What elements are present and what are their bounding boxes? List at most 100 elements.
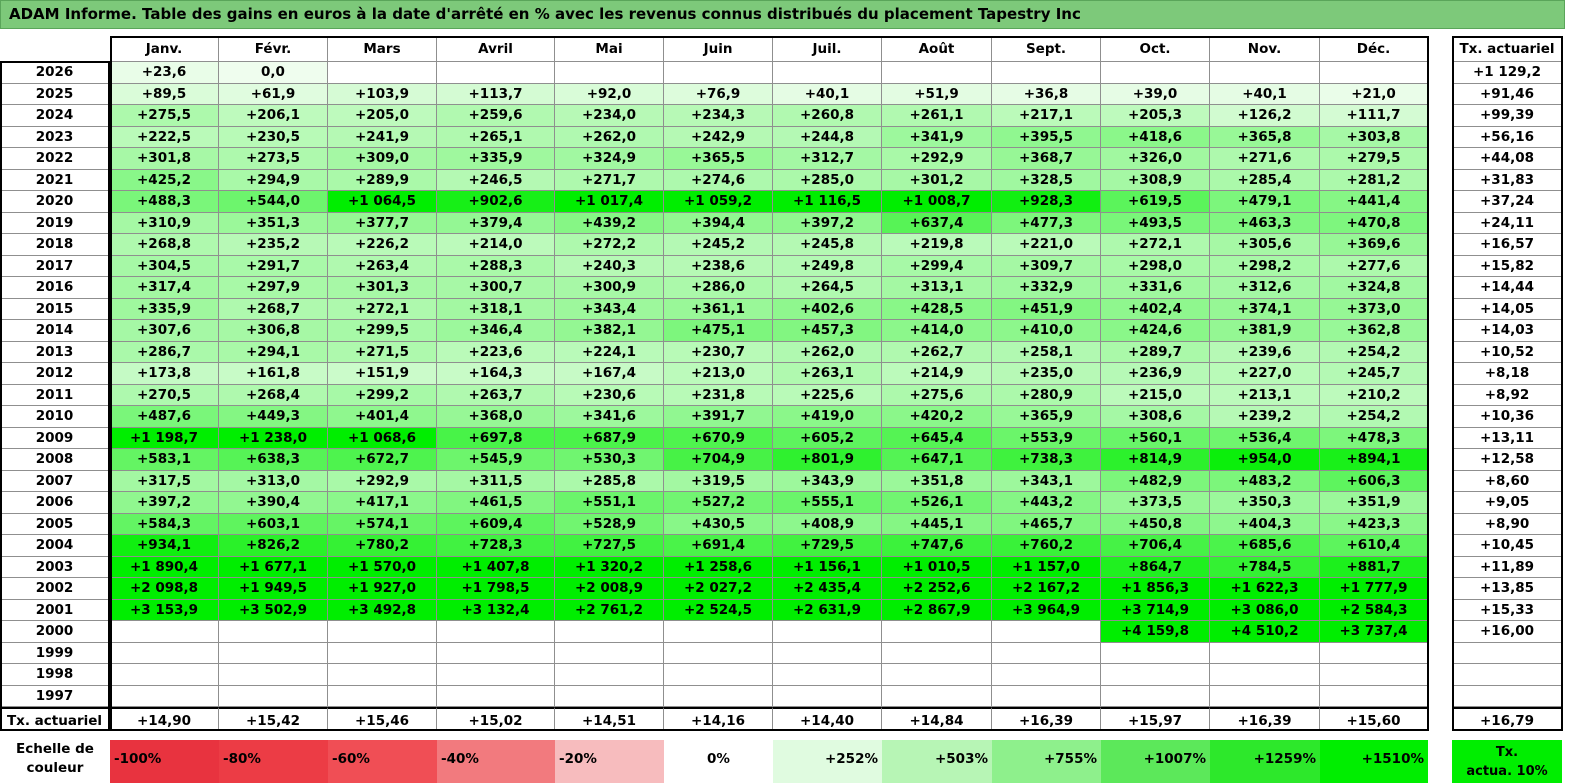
gain-cell [882, 62, 992, 84]
gain-cell: +530,3 [555, 449, 664, 471]
gain-cell: +89,5 [110, 83, 219, 105]
gain-cell: +584,3 [110, 513, 219, 535]
gain-cell: +161,8 [219, 363, 328, 385]
rate-cell: +11,89 [1452, 556, 1563, 578]
gain-cell: +441,4 [1320, 191, 1428, 213]
year-label: 2010 [0, 406, 110, 428]
year-label: 2016 [0, 277, 110, 299]
legend-swatch: -80% [219, 740, 328, 783]
gain-cell: +242,9 [664, 126, 773, 148]
rate-cell: +15,33 [1452, 599, 1563, 621]
gain-cell: +1 622,3 [1210, 578, 1320, 600]
rate-cell: +9,05 [1452, 492, 1563, 514]
gain-cell: +3 964,9 [992, 599, 1101, 621]
rate-cell: +10,45 [1452, 535, 1563, 557]
gain-cell: +40,1 [773, 83, 882, 105]
gain-cell: +113,7 [437, 83, 555, 105]
gain-cell: +395,5 [992, 126, 1101, 148]
gain-cell: +1 949,5 [219, 578, 328, 600]
gain-cell [773, 642, 882, 664]
gain-cell: +410,0 [992, 320, 1101, 342]
rate-cell [1452, 685, 1563, 707]
gain-cell: +235,2 [219, 234, 328, 256]
gain-cell: +270,5 [110, 384, 219, 406]
gain-cell: +1 798,5 [437, 578, 555, 600]
year-label: 2011 [0, 384, 110, 406]
gain-cell: +583,1 [110, 449, 219, 471]
gain-cell: +213,1 [1210, 384, 1320, 406]
gain-cell: +343,9 [773, 470, 882, 492]
gain-cell: +351,3 [219, 212, 328, 234]
gain-cell [437, 62, 555, 84]
gain-cell: +2 631,9 [773, 599, 882, 621]
gain-cell: +301,3 [328, 277, 437, 299]
gain-cell: +275,6 [882, 384, 992, 406]
legend-rate-swatch: Tx. actua. 10% [1452, 740, 1562, 783]
rate-cell: +12,58 [1452, 449, 1563, 471]
legend-swatch: -40% [437, 740, 555, 783]
gain-cell: +224,1 [555, 341, 664, 363]
gain-cell: +268,4 [219, 384, 328, 406]
gain-cell: +164,3 [437, 363, 555, 385]
gain-cell: +268,7 [219, 298, 328, 320]
rate-cell: +10,52 [1452, 341, 1563, 363]
gain-cell: +3 153,9 [110, 599, 219, 621]
gain-cell: +402,4 [1101, 298, 1210, 320]
rate-cell: +13,85 [1452, 578, 1563, 600]
gain-cell: +420,2 [882, 406, 992, 428]
rate-cell: +8,60 [1452, 470, 1563, 492]
year-label: 2020 [0, 191, 110, 213]
gain-cell: +275,5 [110, 105, 219, 127]
gain-cell: +4 159,8 [1101, 621, 1210, 643]
gain-cell: +780,2 [328, 535, 437, 557]
gain-cell: +51,9 [882, 83, 992, 105]
gains-table: Janv. Févr. Mars Avril Mai Juin Juil. Août Sept.… [0, 0, 1571, 783]
gain-cell: +443,2 [992, 492, 1101, 514]
gain-cell: +151,9 [328, 363, 437, 385]
footer-rate-cell: +15,46 [328, 707, 437, 731]
gain-cell: +324,9 [555, 148, 664, 170]
gain-cell: +222,5 [110, 126, 219, 148]
rate-cell: +31,83 [1452, 169, 1563, 191]
gain-cell: +288,3 [437, 255, 555, 277]
gain-cell: +264,5 [773, 277, 882, 299]
gain-cell: +274,6 [664, 169, 773, 191]
footer-rate-cell: +16,39 [992, 707, 1101, 731]
rate-cell: +91,46 [1452, 83, 1563, 105]
gain-cell: +450,8 [1101, 513, 1210, 535]
gain-cell: +423,3 [1320, 513, 1428, 535]
rate-cell: +16,00 [1452, 621, 1563, 643]
gain-cell: +341,9 [882, 126, 992, 148]
gain-cell: +2 167,2 [992, 578, 1101, 600]
gain-cell: +92,0 [555, 83, 664, 105]
gain-cell: +881,7 [1320, 556, 1428, 578]
rate-cell: +13,11 [1452, 427, 1563, 449]
gain-cell: +294,9 [219, 169, 328, 191]
gain-cell: +928,3 [992, 191, 1101, 213]
gain-cell: +638,3 [219, 449, 328, 471]
legend-swatch: +252% [773, 740, 882, 783]
gain-cell: +451,9 [992, 298, 1101, 320]
gain-cell: +351,9 [1320, 492, 1428, 514]
gain-cell: +3 737,4 [1320, 621, 1428, 643]
gain-cell: +289,7 [1101, 341, 1210, 363]
gain-cell [219, 664, 328, 686]
gain-cell: +551,1 [555, 492, 664, 514]
gain-cell: +234,3 [664, 105, 773, 127]
month-header: Déc. [1320, 36, 1428, 62]
gain-cell [664, 664, 773, 686]
gain-cell: +254,2 [1320, 406, 1428, 428]
gain-cell: +246,5 [437, 169, 555, 191]
gain-cell: +263,4 [328, 255, 437, 277]
gain-cell: +465,7 [992, 513, 1101, 535]
gain-cell [437, 642, 555, 664]
gain-cell [1320, 62, 1428, 84]
gain-cell: +309,7 [992, 255, 1101, 277]
month-header: Août [882, 36, 992, 62]
gain-cell [1101, 62, 1210, 84]
gain-cell: +553,9 [992, 427, 1101, 449]
legend-swatch: +503% [882, 740, 992, 783]
gain-cell: +312,6 [1210, 277, 1320, 299]
month-header: Janv. [110, 36, 219, 62]
gain-cell: +301,2 [882, 169, 992, 191]
